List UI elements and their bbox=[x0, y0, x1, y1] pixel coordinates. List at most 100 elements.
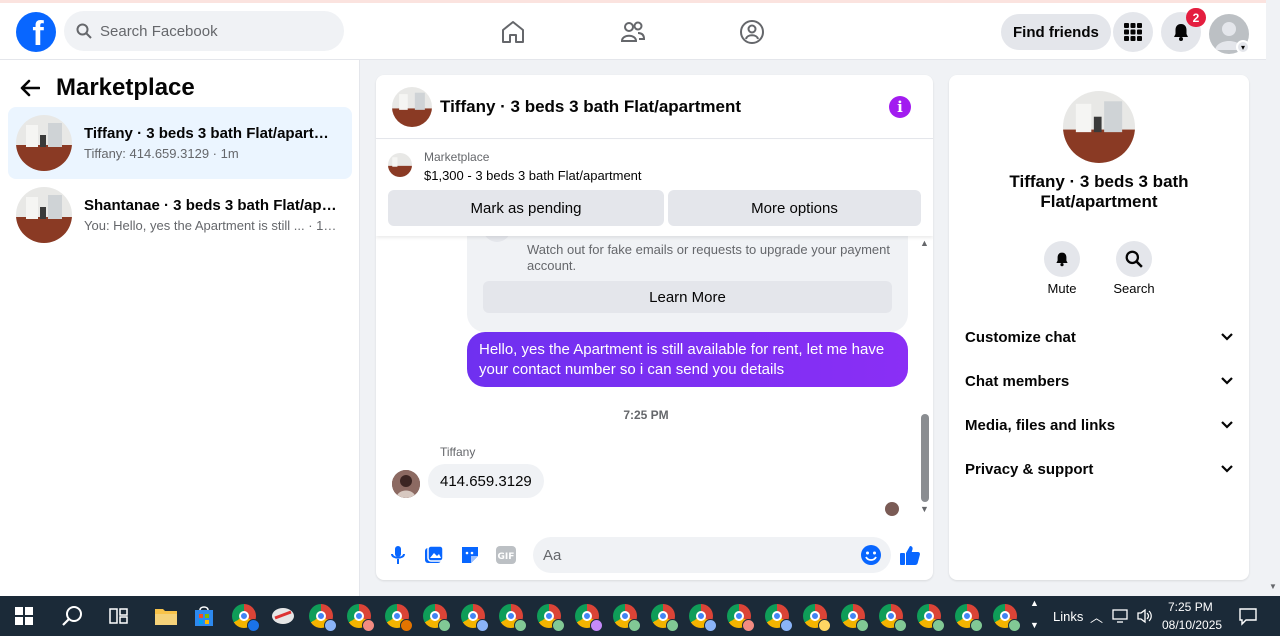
bell-icon[interactable] bbox=[1044, 241, 1080, 277]
chrome-profile-icon[interactable] bbox=[496, 601, 527, 632]
info-panel-title: Tiffany · 3 beds 3 bath Flat/apartment bbox=[1009, 172, 1189, 211]
incoming-message: 414.659.3129 bbox=[428, 464, 544, 498]
chrome-profile-icon[interactable] bbox=[914, 601, 945, 632]
taskbar-scroll-up-icon[interactable]: ▲ bbox=[1030, 598, 1039, 608]
sidebar-title: Marketplace bbox=[56, 74, 195, 101]
message-input[interactable] bbox=[533, 537, 891, 573]
page-scroll-down-arrow-icon[interactable]: ▼ bbox=[1269, 582, 1277, 591]
chrome-profile-icon[interactable] bbox=[838, 601, 869, 632]
message-list: Watch out for fake emails or requests to… bbox=[376, 224, 933, 526]
search-placeholder: Search Facebook bbox=[100, 22, 218, 40]
chrome-profile-icon[interactable] bbox=[990, 601, 1021, 632]
chrome-profile-icon[interactable] bbox=[800, 601, 831, 632]
taskbar-scroll-down-icon[interactable]: ▼ bbox=[1030, 620, 1039, 630]
friends-icon[interactable] bbox=[619, 18, 647, 46]
message-timestamp: 7:25 PM bbox=[623, 408, 669, 422]
scrollbar-thumb[interactable] bbox=[921, 414, 929, 502]
chrome-profile-icon[interactable] bbox=[610, 601, 641, 632]
emoji-icon[interactable] bbox=[860, 544, 882, 566]
chrome-profile-icon[interactable] bbox=[686, 601, 717, 632]
listing-large-thumbnail[interactable] bbox=[1063, 91, 1135, 163]
photo-icon[interactable] bbox=[423, 544, 445, 566]
chevron-down-icon bbox=[1221, 421, 1233, 429]
chrome-profile-icon[interactable] bbox=[648, 601, 679, 632]
svg-text:GIF: GIF bbox=[498, 552, 515, 562]
app-icon[interactable] bbox=[268, 601, 298, 631]
windows-start-icon[interactable] bbox=[9, 601, 39, 631]
groups-icon[interactable] bbox=[738, 18, 766, 46]
menu-grid-icon[interactable] bbox=[1113, 12, 1153, 52]
chrome-profile-icon[interactable] bbox=[382, 601, 413, 632]
section-label: Chat members bbox=[965, 372, 1070, 390]
sidebar-header: Marketplace bbox=[20, 74, 195, 102]
chat-title[interactable]: Tiffany · 3 beds 3 bath Flat/apartment bbox=[440, 97, 741, 117]
home-icon[interactable] bbox=[499, 18, 527, 46]
tray-chevron-up-icon[interactable]: ︿ bbox=[1090, 607, 1103, 626]
store-icon[interactable] bbox=[189, 601, 219, 631]
chat-members-row[interactable]: Chat members bbox=[965, 363, 1233, 399]
chat-header: Tiffany · 3 beds 3 bath Flat/apartment i bbox=[376, 75, 933, 139]
chrome-profile-icon[interactable] bbox=[724, 601, 755, 632]
chat-info-panel: Tiffany · 3 beds 3 bath Flat/apartment M… bbox=[949, 75, 1249, 580]
taskbar-search-icon[interactable] bbox=[57, 601, 87, 631]
conversation-preview: Tiffany: 414.659.3129 · 1m bbox=[84, 146, 239, 161]
mute-action[interactable]: Mute bbox=[1032, 241, 1092, 296]
sender-avatar[interactable] bbox=[392, 470, 420, 498]
chevron-down-icon bbox=[1221, 377, 1233, 385]
listing-price-title[interactable]: $1,300 - 3 beds 3 bath Flat/apartment bbox=[424, 168, 642, 183]
message-scrollbar[interactable]: ▲ ▼ bbox=[919, 236, 929, 516]
scroll-up-arrow-icon[interactable]: ▲ bbox=[920, 238, 929, 248]
chrome-profile-icon[interactable] bbox=[762, 601, 793, 632]
find-friends-button[interactable]: Find friends bbox=[1001, 14, 1111, 50]
chrome-profile-icon[interactable] bbox=[534, 601, 565, 632]
chrome-profile-icon[interactable] bbox=[952, 601, 983, 632]
file-explorer-icon[interactable] bbox=[151, 601, 181, 631]
conversation-preview: You: Hello, yes the Apartment is still .… bbox=[84, 218, 338, 233]
chrome-profile-icon[interactable] bbox=[229, 601, 260, 632]
sticker-icon[interactable] bbox=[459, 544, 481, 566]
action-center-icon[interactable] bbox=[1238, 606, 1258, 629]
account-chevron-down-icon[interactable]: ▾ bbox=[1236, 40, 1250, 54]
section-label: Media, files and links bbox=[965, 416, 1116, 434]
info-icon[interactable]: i bbox=[889, 96, 911, 118]
seen-receipt-avatar bbox=[885, 502, 899, 516]
search-icon bbox=[76, 23, 92, 39]
search-icon[interactable] bbox=[1116, 241, 1152, 277]
conversation-item-tiffany[interactable]: Tiffany · 3 beds 3 bath Flat/apartm... T… bbox=[8, 107, 352, 179]
scroll-down-arrow-icon[interactable]: ▼ bbox=[920, 504, 929, 514]
learn-more-button[interactable]: Learn More bbox=[483, 281, 892, 313]
gif-icon[interactable]: GIF bbox=[495, 544, 517, 566]
page-scrollbar[interactable]: ▼ bbox=[1266, 0, 1280, 596]
chrome-profile-icon[interactable] bbox=[420, 601, 451, 632]
customize-chat-row[interactable]: Customize chat bbox=[965, 319, 1233, 355]
like-thumbs-up-icon[interactable] bbox=[899, 544, 921, 566]
task-view-icon[interactable] bbox=[104, 601, 134, 631]
chevron-down-icon bbox=[1221, 465, 1233, 473]
clock-date[interactable]: 08/10/2025 bbox=[1162, 618, 1222, 632]
facebook-logo-icon[interactable]: f bbox=[16, 12, 56, 52]
search-action[interactable]: Search bbox=[1104, 241, 1164, 296]
chrome-profile-icon[interactable] bbox=[344, 601, 375, 632]
clock-time[interactable]: 7:25 PM bbox=[1168, 600, 1213, 614]
chrome-profile-icon[interactable] bbox=[458, 601, 489, 632]
search-box[interactable]: Search Facebook bbox=[64, 11, 344, 51]
marketplace-label: Marketplace bbox=[424, 150, 490, 164]
back-arrow-icon[interactable] bbox=[20, 79, 40, 97]
mute-label: Mute bbox=[1047, 281, 1077, 296]
network-icon[interactable] bbox=[1112, 608, 1130, 627]
listing-thumbnail bbox=[16, 187, 72, 243]
chrome-profile-icon[interactable] bbox=[572, 601, 603, 632]
marketplace-sidebar: Marketplace Tiffany · 3 beds 3 bath Flat… bbox=[0, 60, 360, 596]
privacy-support-row[interactable]: Privacy & support bbox=[965, 451, 1233, 487]
volume-icon[interactable] bbox=[1136, 608, 1154, 627]
mark-as-pending-button[interactable]: Mark as pending bbox=[388, 190, 664, 226]
more-options-button[interactable]: More options bbox=[668, 190, 921, 226]
chat-listing-thumbnail[interactable] bbox=[392, 86, 432, 127]
media-files-links-row[interactable]: Media, files and links bbox=[965, 407, 1233, 443]
chrome-profile-icon[interactable] bbox=[306, 601, 337, 632]
chevron-down-icon bbox=[1221, 333, 1233, 341]
conversation-item-shantanae[interactable]: Shantanae · 3 beds 3 bath Flat/apa... Yo… bbox=[8, 179, 352, 251]
microphone-icon[interactable] bbox=[387, 544, 409, 566]
chrome-profile-icon[interactable] bbox=[876, 601, 907, 632]
links-toolbar[interactable]: Links bbox=[1053, 609, 1083, 624]
